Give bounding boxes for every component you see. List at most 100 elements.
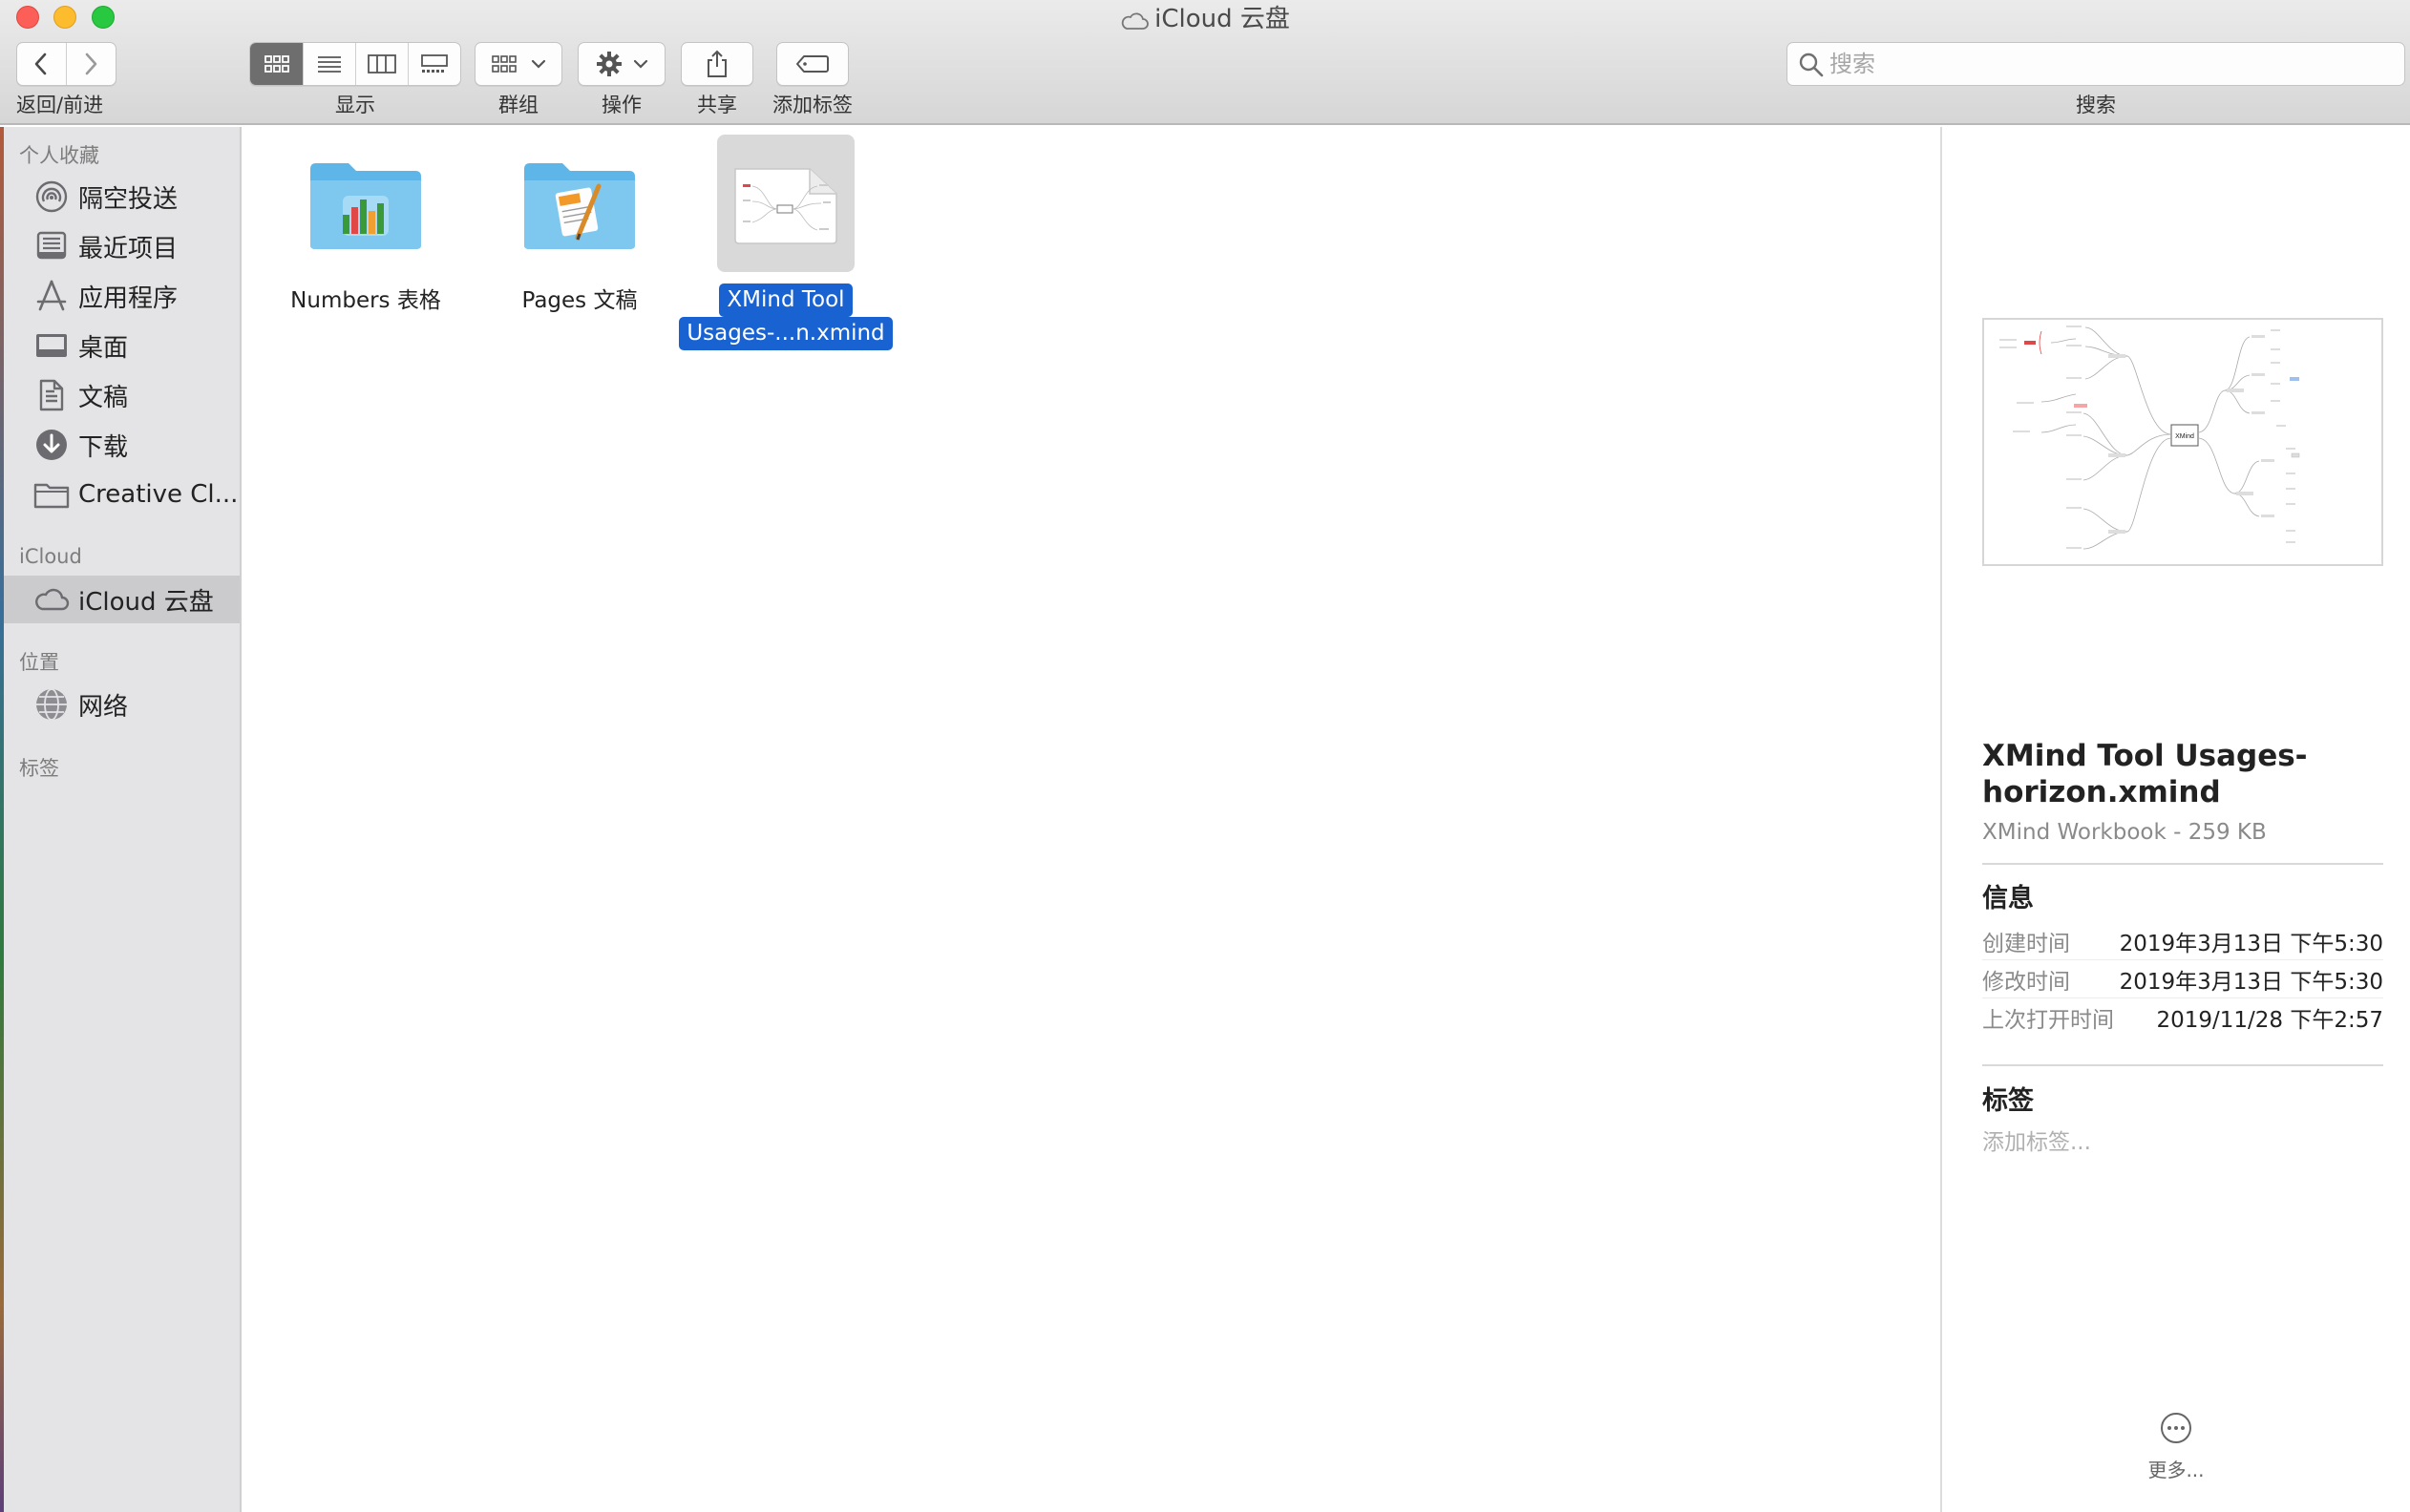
sidebar-item-label: 文稿: [78, 383, 129, 412]
tags-control: [776, 42, 849, 86]
back-forward-control: [16, 42, 116, 86]
info-key: 上次打开时间: [1982, 1008, 2114, 1033]
add-tags-button[interactable]: [777, 43, 848, 85]
action-control: [578, 42, 666, 86]
info-row-last-opened: 上次打开时间 2019/11/28 下午2:57: [1982, 999, 2383, 1036]
file-name: Numbers 表格: [290, 288, 441, 313]
applications-icon: [32, 277, 71, 315]
file-item-pages[interactable]: Pages 文稿: [470, 136, 689, 316]
sidebar-item-label: 网络: [78, 692, 129, 722]
favorites-heading: 个人收藏: [19, 144, 99, 167]
share-label: 共享: [697, 94, 737, 116]
window-title-text: iCloud 云盘: [1154, 5, 1290, 33]
preview-file-kind-size: XMind Workbook - 259 KB: [1982, 820, 2267, 845]
add-tags-field[interactable]: 添加标签...: [1982, 1124, 2091, 1156]
sidebar-item-label: 应用程序: [78, 284, 179, 313]
icon-view-button[interactable]: [250, 43, 304, 85]
info-key: 创建时间: [1982, 932, 2070, 956]
divider: [1982, 863, 2383, 865]
info-row-created: 创建时间 2019年3月13日 下午5:30: [1982, 923, 2383, 959]
sidebar-item-label: 最近项目: [78, 234, 179, 263]
info-value: 2019年3月13日 下午5:30: [2119, 970, 2383, 995]
window-toolbar: iCloud 云盘 返回/前进 显示 群组 操作 共享 添加标签 搜索 搜索: [0, 0, 2410, 125]
sidebar-item-airdrop[interactable]: 隔空投送: [4, 173, 240, 220]
window-title: iCloud 云盘: [0, 4, 2410, 38]
sidebar-item-creative-cloud[interactable]: Creative Cl...: [4, 471, 240, 518]
ellipsis-circle-icon: [2161, 1413, 2191, 1443]
sidebar-item-label: 桌面: [78, 333, 129, 363]
file-name: Pages 文稿: [521, 288, 638, 313]
sidebar-item-label: iCloud 云盘: [78, 587, 214, 617]
sidebar-item-label: 隔空投送: [78, 184, 179, 214]
sidebar-item-downloads[interactable]: 下载: [4, 421, 240, 469]
network-icon: [32, 685, 71, 724]
preview-file-title: XMind Tool Usages-horizon.xmind: [1982, 739, 2308, 809]
chevron-right-icon: [85, 52, 97, 75]
forward-button[interactable]: [67, 43, 116, 85]
search-field[interactable]: [1786, 42, 2405, 86]
tags-label: 添加标签: [772, 94, 853, 116]
sidebar-item-applications[interactable]: 应用程序: [4, 272, 240, 320]
sidebar-item-recents[interactable]: 最近项目: [4, 222, 240, 270]
icon-grid-icon: [264, 55, 289, 73]
icloud-icon: [32, 580, 71, 619]
info-row-modified: 修改时间 2019年3月13日 下午5:30: [1982, 961, 2383, 998]
list-icon: [318, 56, 341, 73]
search-icon: [1799, 52, 1824, 77]
thumbnail-center-label: XMind: [2175, 433, 2194, 440]
file-browser: Numbers 表格 Pages 文稿 XMind Tool Usages-..…: [243, 127, 1940, 1512]
info-value: 2019/11/28 下午2:57: [2156, 1008, 2383, 1033]
pages-folder-icon: [511, 136, 648, 274]
sidebar-item-desktop[interactable]: 桌面: [4, 322, 240, 369]
chevron-left-icon: [34, 52, 47, 75]
preview-pane: XMind XMind Tool Usages-horizon.xmind XM…: [1940, 127, 2410, 1512]
sidebar-item-documents[interactable]: 文稿: [4, 371, 240, 419]
sidebar-item-icloud-drive[interactable]: iCloud 云盘: [4, 576, 240, 623]
group-icon: [492, 55, 517, 73]
file-name-line-1: XMind Tool: [719, 284, 853, 317]
sidebar-item-label: 下载: [78, 432, 129, 462]
sidebar: 个人收藏 隔空投送 最近项目 应用程序 桌面 文稿 下载 Creative Cl…: [0, 127, 242, 1512]
tags-heading: 标签: [19, 757, 59, 780]
info-key: 修改时间: [1982, 970, 2070, 995]
action-button[interactable]: [579, 43, 665, 85]
chevron-down-icon: [633, 59, 648, 69]
column-view-button[interactable]: [356, 43, 409, 85]
folder-icon: [32, 475, 71, 514]
divider: [1982, 1064, 2383, 1066]
tag-icon: [796, 55, 829, 73]
more-label: 更多...: [2147, 1459, 2205, 1481]
group-label: 群组: [498, 94, 539, 116]
xmind-document-icon: [717, 135, 855, 272]
gear-icon: [597, 52, 622, 76]
share-button[interactable]: [682, 43, 752, 85]
view-mode-control: [249, 42, 461, 86]
file-item-xmind[interactable]: XMind Tool Usages-...n.xmind: [676, 135, 896, 350]
desktop-icon: [32, 326, 71, 365]
group-by-button[interactable]: [476, 43, 561, 85]
gallery-icon: [421, 54, 448, 73]
divider: [1982, 959, 2383, 960]
more-button[interactable]: 更多...: [2138, 1411, 2214, 1482]
group-by-control: [475, 42, 562, 86]
gallery-view-button[interactable]: [409, 43, 460, 85]
file-item-numbers[interactable]: Numbers 表格: [256, 136, 476, 316]
preview-thumbnail: XMind: [1982, 318, 2383, 566]
back-button[interactable]: [17, 43, 67, 85]
info-heading: 信息: [1982, 884, 2034, 914]
icloud-heading: iCloud: [19, 545, 82, 568]
chevron-down-icon: [531, 59, 546, 69]
share-icon: [708, 50, 727, 77]
sidebar-item-label: Creative Cl...: [78, 480, 239, 509]
airdrop-icon: [32, 178, 71, 216]
view-label: 显示: [335, 94, 375, 116]
list-view-button[interactable]: [304, 43, 356, 85]
file-name-line-2: Usages-...n.xmind: [679, 317, 893, 350]
cloud-icon: [1120, 8, 1149, 38]
downloads-icon: [32, 426, 71, 464]
search-input[interactable]: [1829, 49, 2393, 79]
sidebar-item-network[interactable]: 网络: [4, 681, 240, 728]
columns-icon: [368, 54, 396, 74]
info-value: 2019年3月13日 下午5:30: [2119, 932, 2383, 956]
recents-icon: [32, 227, 71, 265]
